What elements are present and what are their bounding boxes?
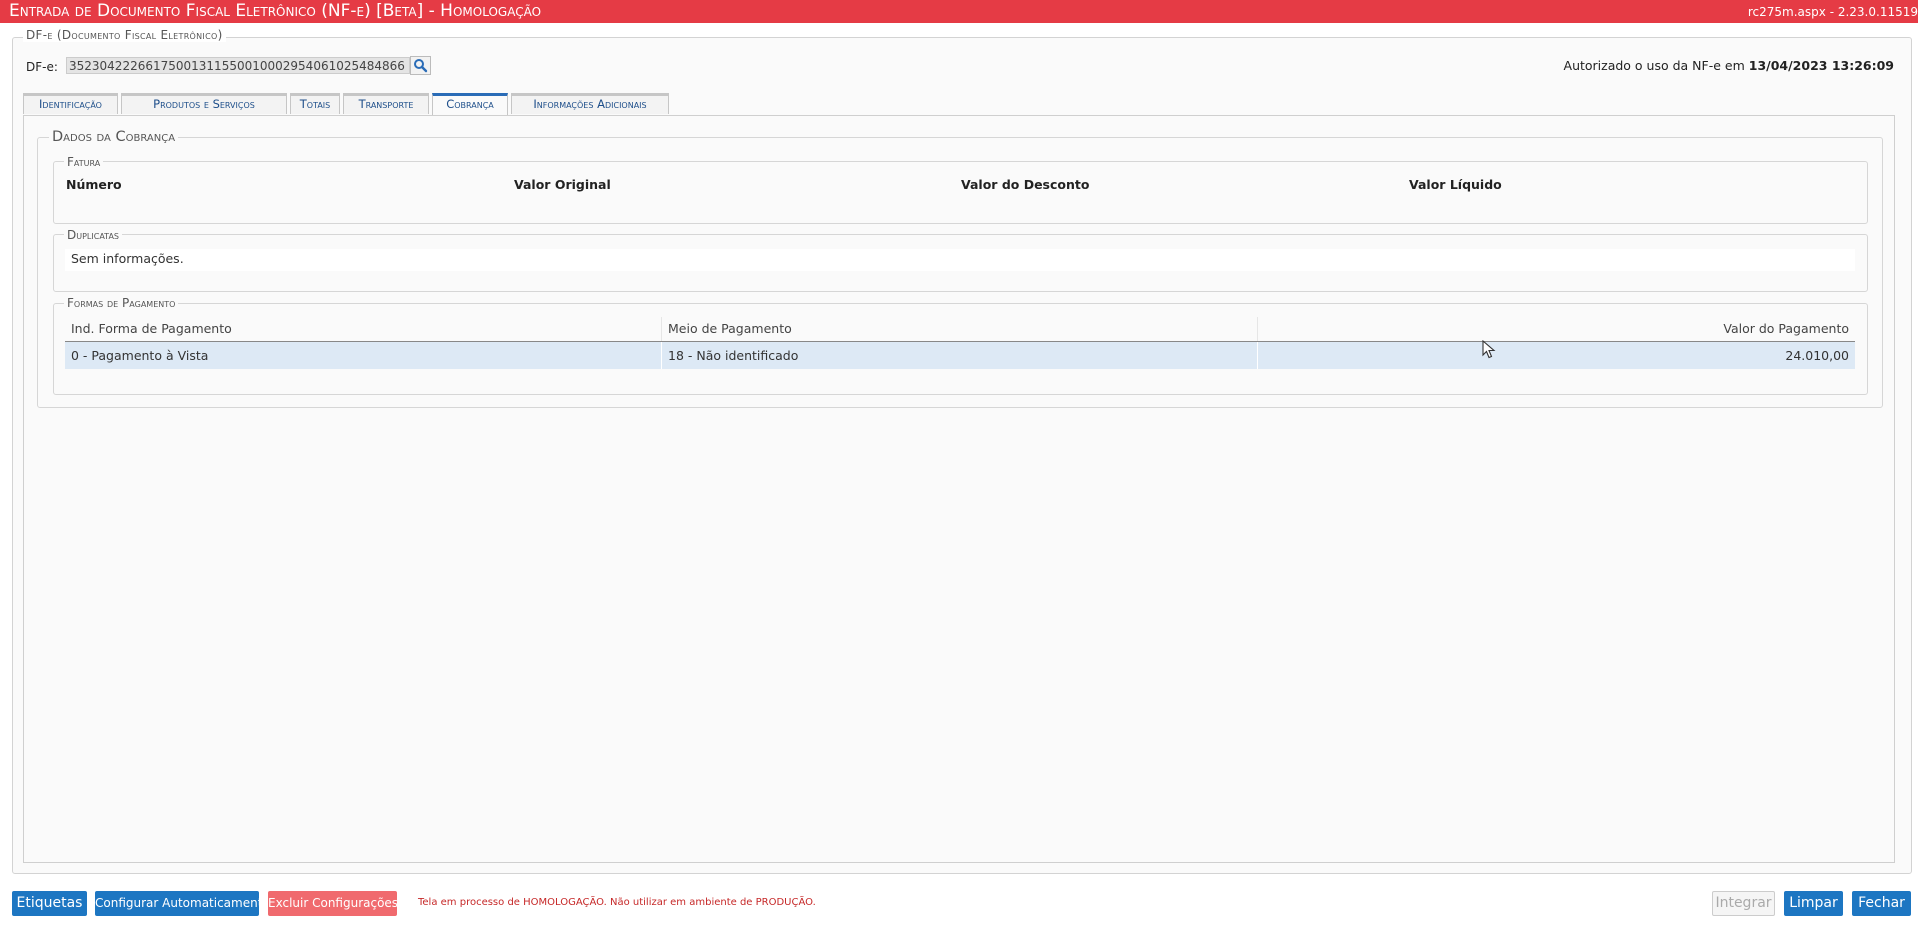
fatura-col-valor-desconto: Valor do Desconto	[961, 177, 1090, 192]
formas-pagamento-legend: Formas de Pagamento	[64, 296, 179, 310]
authorization-info: Autorizado o uso da NF-e em 13/04/2023 1…	[1564, 58, 1894, 73]
fechar-button[interactable]: Fechar	[1852, 891, 1911, 916]
tab-informacoes-adicionais[interactable]: Informações Adicionais	[511, 93, 669, 114]
header-meio-pagamento[interactable]: Meio de Pagamento	[661, 317, 1257, 341]
fatura-col-valor-liquido: Valor Líquido	[1409, 177, 1502, 192]
dfe-fieldset-legend: DF-e (Documento Fiscal Eletrônico)	[23, 28, 226, 42]
cell-meio-pagamento: 18 - Não identificado	[661, 342, 1257, 369]
dfe-label: DF-e:	[26, 60, 58, 74]
tab-cobranca[interactable]: Cobrança	[432, 93, 508, 115]
cell-valor-pagamento: 24.010,00	[1257, 342, 1855, 369]
authorization-text: Autorizado o uso da NF-e em	[1563, 58, 1745, 73]
etiquetas-button[interactable]: Etiquetas	[12, 891, 87, 916]
title-bar: Entrada de Documento Fiscal Eletrônico (…	[0, 0, 1918, 23]
tab-transporte[interactable]: Transporte	[343, 93, 429, 114]
configurar-automaticamente-button[interactable]: Configurar Automaticamente	[95, 891, 270, 916]
tab-totais[interactable]: Totais	[290, 93, 340, 114]
authorization-date: 13/04/2023 13:26:09	[1748, 58, 1894, 73]
pagamento-grid-header: Ind. Forma de Pagamento Meio de Pagament…	[65, 317, 1855, 342]
homologacao-warning: Tela em processo de HOMOLOGAÇÃO. Não uti…	[418, 897, 816, 908]
header-valor-pagamento[interactable]: Valor do Pagamento	[1257, 317, 1855, 341]
cell-ind-forma-pagamento: 0 - Pagamento à Vista	[71, 348, 209, 363]
window-title: Entrada de Documento Fiscal Eletrônico (…	[9, 1, 542, 21]
limpar-button[interactable]: Limpar	[1784, 891, 1843, 916]
dfe-key-input[interactable]	[66, 57, 410, 74]
duplicatas-empty-message: Sem informações.	[65, 249, 1855, 271]
excluir-configuracoes-button[interactable]: Excluir Configurações	[268, 891, 398, 916]
tab-identificacao[interactable]: Identificação	[23, 93, 118, 114]
dados-cobranca-legend: Dados da Cobrança	[49, 129, 179, 145]
search-icon	[414, 59, 428, 73]
fatura-legend: Fatura	[64, 155, 104, 169]
duplicatas-legend: Duplicatas	[64, 228, 122, 242]
fatura-fieldset	[53, 161, 1868, 224]
integrar-button[interactable]: Integrar	[1712, 891, 1775, 916]
fatura-col-numero: Número	[66, 177, 122, 192]
fatura-col-valor-original: Valor Original	[514, 177, 611, 192]
tab-produtos-servicos[interactable]: Produtos e Serviços	[121, 93, 287, 114]
mouse-cursor-icon	[1482, 340, 1496, 359]
header-ind-forma-pagamento[interactable]: Ind. Forma de Pagamento	[65, 317, 661, 341]
dfe-search-button[interactable]	[410, 56, 431, 75]
version-label: rc275m.aspx - 2.23.0.11519	[1747, 5, 1918, 19]
table-row[interactable]: 0 - Pagamento à Vista 18 - Não identific…	[65, 342, 1855, 369]
